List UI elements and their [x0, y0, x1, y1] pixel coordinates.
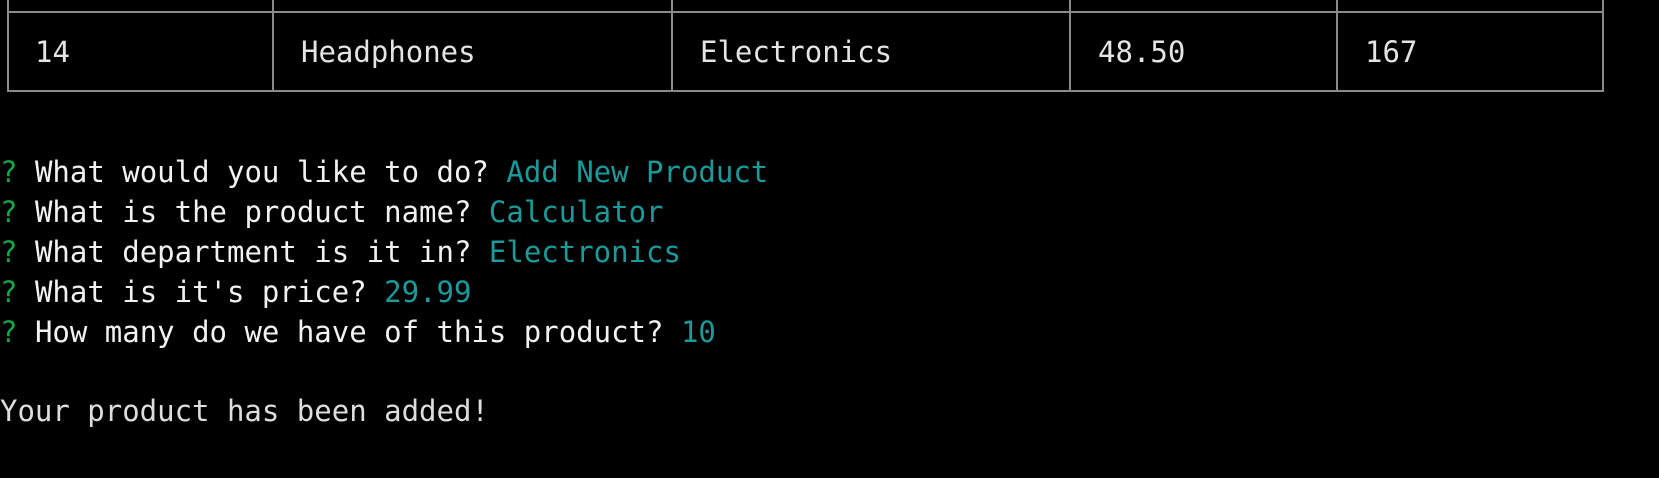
- prompt-question: How many do we have of this product?: [34, 315, 664, 349]
- table-column-divider: [1069, 0, 1071, 92]
- prompt-question: What would you like to do?: [34, 155, 489, 189]
- prompt-line-quantity: ? How many do we have of this product? 1…: [0, 312, 716, 352]
- table-cell-department: Electronics: [700, 35, 893, 69]
- prompt-line-action: ? What would you like to do? Add New Pro…: [0, 152, 768, 192]
- table-column-divider: [272, 0, 274, 92]
- prompt-line-name: ? What is the product name? Calculator: [0, 192, 664, 232]
- product-table: 14 Headphones Electronics 48.50 167: [7, 0, 1604, 92]
- prompt-marker: ?: [0, 195, 18, 229]
- table-cell-id: 14: [35, 35, 70, 69]
- table-column-divider: [1336, 0, 1338, 92]
- prompt-marker: ?: [0, 155, 18, 189]
- prompt-marker: ?: [0, 315, 18, 349]
- table-column-divider: [671, 0, 673, 92]
- prompt-answer: Calculator: [488, 195, 664, 229]
- prompt-answer: 10: [680, 315, 716, 349]
- table-border-top: [7, 11, 1604, 13]
- result-message: Your product has been added!: [0, 394, 489, 428]
- table-cell-product-name: Headphones: [301, 35, 476, 69]
- prompt-marker: ?: [0, 235, 18, 269]
- prompt-answer: Add New Product: [506, 155, 769, 189]
- table-border-left: [7, 0, 9, 92]
- prompt-line-price: ? What is it's price? 29.99: [0, 272, 471, 312]
- prompt-question: What department is it in?: [34, 235, 472, 269]
- table-border-bottom: [7, 90, 1604, 92]
- table-cell-stock: 167: [1365, 35, 1418, 69]
- table-cell-price: 48.50: [1098, 35, 1186, 69]
- terminal-window: 14 Headphones Electronics 48.50 167 ? Wh…: [0, 0, 1659, 478]
- prompt-answer: 29.99: [384, 275, 472, 309]
- prompt-marker: ?: [0, 275, 18, 309]
- prompt-question: What is the product name?: [34, 195, 472, 229]
- prompt-question: What is it's price?: [34, 275, 367, 309]
- table-border-right: [1602, 0, 1604, 92]
- prompt-answer: Electronics: [488, 235, 681, 269]
- prompt-line-department: ? What department is it in? Electronics: [0, 232, 681, 272]
